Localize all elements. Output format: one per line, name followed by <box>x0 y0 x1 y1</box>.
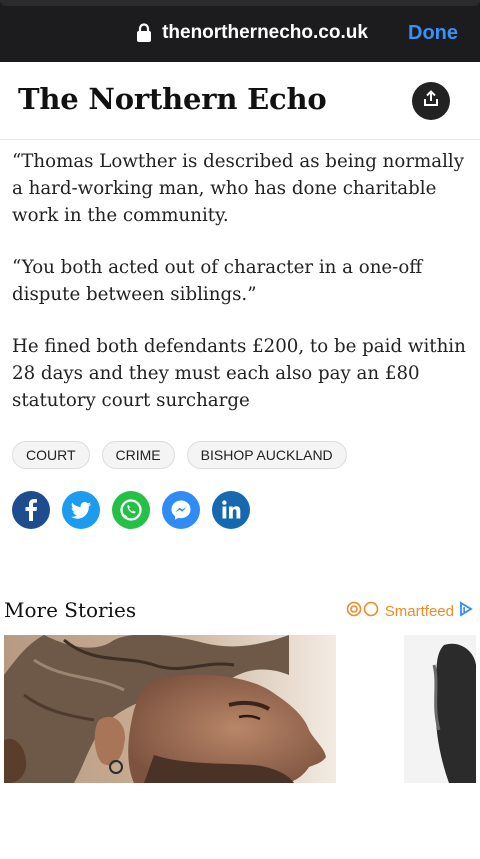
address-bar[interactable]: thenorthernecho.co.uk <box>136 22 368 44</box>
site-logo[interactable]: The Northern Echo <box>18 82 327 116</box>
linkedin-icon[interactable] <box>212 491 250 529</box>
article-paragraph: “Thomas Lowther is described as being no… <box>12 151 465 226</box>
done-button[interactable]: Done <box>408 22 458 45</box>
share-icon <box>421 89 441 114</box>
twitter-icon[interactable] <box>62 491 100 529</box>
article-body: “Thomas Lowther is described as being no… <box>12 148 470 439</box>
article-paragraph: He fined both defendants £200, to be pai… <box>12 336 466 411</box>
whatsapp-icon[interactable] <box>112 491 150 529</box>
share-button[interactable] <box>412 82 450 120</box>
more-stories-heading: More Stories <box>4 598 137 622</box>
article-paragraph: “You both acted out of character in a on… <box>12 257 423 305</box>
smartfeed-link[interactable]: Smartfeed <box>345 600 474 622</box>
lock-icon <box>136 23 152 43</box>
browser-toolbar: thenorthernecho.co.uk Done <box>0 0 480 62</box>
tag-bishop-auckland[interactable]: BISHOP AUCKLAND <box>186 441 347 469</box>
tag-list: COURT CRIME BISHOP AUCKLAND <box>12 441 347 469</box>
story-thumbnail[interactable] <box>4 635 336 783</box>
tag-court[interactable]: COURT <box>12 441 90 469</box>
facebook-icon[interactable] <box>12 491 50 529</box>
story-thumbnail[interactable] <box>404 635 476 783</box>
tag-crime[interactable]: CRIME <box>101 441 175 469</box>
smartfeed-logo-icon <box>345 600 381 622</box>
adchoices-icon <box>458 601 474 621</box>
site-header: The Northern Echo <box>0 62 480 140</box>
url-text: thenorthernecho.co.uk <box>162 22 368 43</box>
toolbar-top-shade <box>0 0 480 6</box>
messenger-icon[interactable] <box>162 491 200 529</box>
smartfeed-label: Smartfeed <box>384 602 454 620</box>
social-share-bar <box>12 491 250 529</box>
